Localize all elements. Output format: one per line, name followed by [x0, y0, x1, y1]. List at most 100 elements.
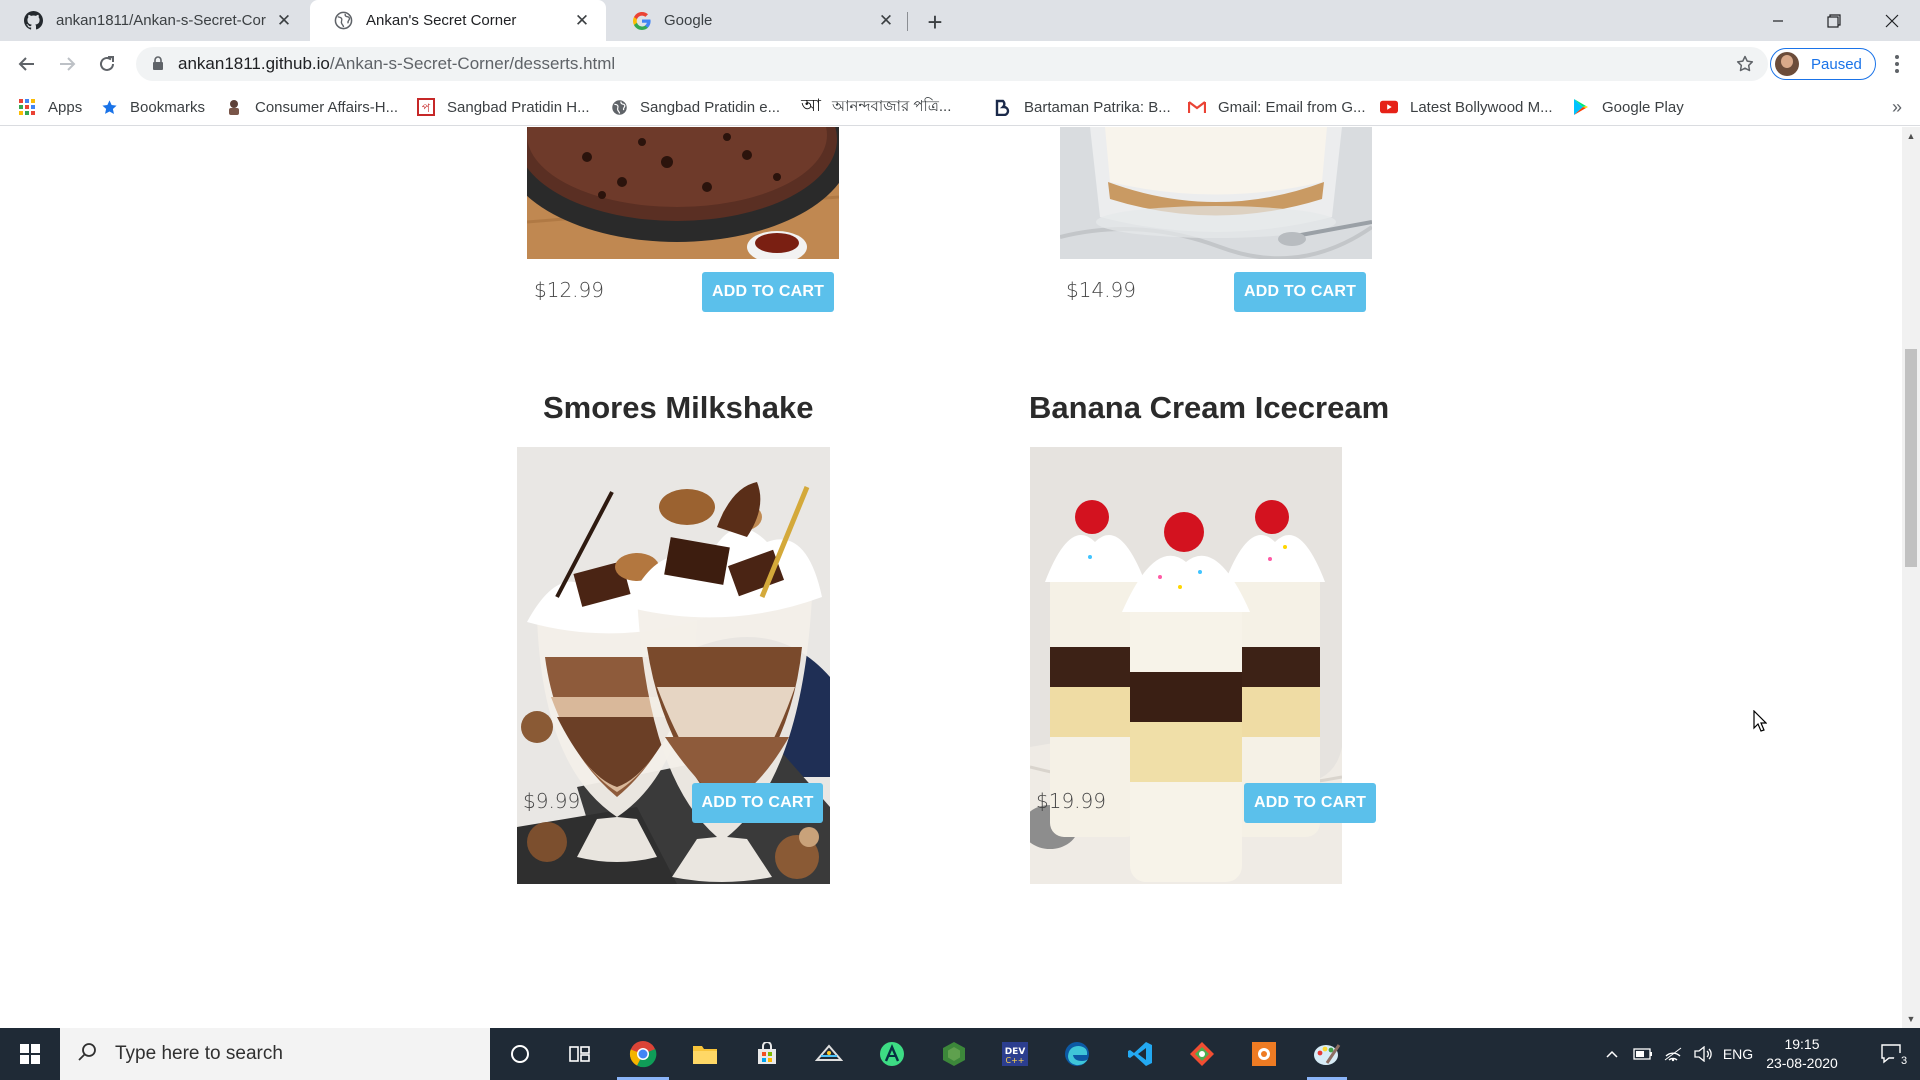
url-path: /Ankan-s-Secret-Corner/desserts.html [329, 54, 616, 73]
windows-taskbar: Type here to search DEV C++ ENG 19:15 23… [0, 1028, 1920, 1080]
bookmark-latest-bollywood[interactable]: Latest Bollywood M... [1380, 94, 1553, 120]
bookmark-gmail[interactable]: Gmail: Email from G... [1188, 94, 1366, 120]
github-icon [24, 11, 43, 30]
battery-icon[interactable] [1630, 1028, 1656, 1080]
page-scrollbar[interactable]: ▲ ▼ [1902, 127, 1920, 1028]
volume-icon[interactable] [1690, 1028, 1716, 1080]
search-placeholder: Type here to search [115, 1043, 283, 1064]
bookmark-label: Consumer Affairs-H... [255, 98, 399, 116]
show-hidden-icons-chevron-icon[interactable] [1600, 1028, 1624, 1080]
price-label: $12.99 [534, 278, 604, 302]
notification-count: 3 [1901, 1055, 1908, 1067]
input-language[interactable]: ENG [1720, 1028, 1756, 1080]
wifi-icon[interactable] [1660, 1028, 1686, 1080]
add-to-cart-button[interactable]: ADD TO CART [702, 272, 834, 312]
reload-button[interactable] [90, 47, 124, 81]
paint-app-icon[interactable] [1297, 1028, 1357, 1080]
app-launcher-icon[interactable] [799, 1028, 859, 1080]
add-to-cart-button[interactable]: ADD TO CART [692, 783, 823, 823]
gmail-icon [1188, 98, 1206, 116]
profile-button[interactable]: Paused [1770, 48, 1876, 80]
google-play-icon [1572, 98, 1590, 116]
bookmark-label: Google Play [1602, 98, 1684, 116]
avatar [1775, 52, 1799, 76]
taskbar-search-box[interactable]: Type here to search [60, 1028, 490, 1080]
globe-icon [334, 11, 353, 30]
bookmark-apps[interactable]: Apps [18, 94, 82, 120]
add-to-cart-button[interactable]: ADD TO CART [1234, 272, 1366, 312]
vscode-icon[interactable] [1110, 1028, 1170, 1080]
bookmark-bookmarks[interactable]: Bookmarks [100, 94, 205, 120]
system-clock[interactable]: 19:15 23-08-2020 [1759, 1035, 1845, 1073]
bookmark-label: Sangbad Pratidin e... [640, 98, 781, 116]
nodejs-icon[interactable] [924, 1028, 984, 1080]
bookmark-label: Bookmarks [130, 98, 206, 116]
add-to-cart-button[interactable]: ADD TO CART [1244, 783, 1376, 823]
price-label: $9.99 [523, 789, 581, 813]
scroll-down-arrow-icon[interactable]: ▼ [1906, 1014, 1916, 1024]
file-explorer-icon[interactable] [675, 1028, 735, 1080]
close-tab-icon[interactable]: ✕ [876, 11, 896, 31]
bookmark-label: Gmail: Email from G... [1218, 98, 1366, 116]
browser-toolbar: ankan1811.github.io/Ankan-s-Secret-Corne… [0, 41, 1920, 88]
bartaman-icon [994, 98, 1012, 116]
dish-title: Smores Milkshake [543, 390, 814, 425]
apps-grid-icon [18, 98, 36, 116]
forward-button[interactable] [50, 47, 84, 81]
bookmark-sangbad-pratidin-h[interactable]: প Sangbad Pratidin H... [417, 94, 590, 120]
bookmark-consumer-affairs[interactable]: Consumer Affairs-H... [225, 94, 398, 120]
url-host: ankan1811.github.io [178, 54, 330, 73]
scrollbar-thumb[interactable] [1905, 349, 1917, 567]
bookmarks-bar: Apps Bookmarks Consumer Affairs-H... প S… [0, 88, 1920, 126]
close-tab-icon[interactable]: ✕ [572, 11, 592, 31]
mouse-cursor-icon [1753, 709, 1768, 737]
address-bar[interactable]: ankan1811.github.io/Ankan-s-Secret-Corne… [136, 47, 1768, 81]
action-center-icon[interactable]: 3 [1866, 1028, 1920, 1080]
restore-button[interactable] [1806, 0, 1862, 41]
presentation-app-icon[interactable] [1234, 1028, 1294, 1080]
chrome-taskbar-icon[interactable] [613, 1028, 673, 1080]
tab-github[interactable]: ankan1811/Ankan-s-Secret-Corn ✕ [0, 0, 308, 41]
anandabazar-icon: আ [801, 96, 821, 116]
bookmark-star-icon[interactable] [1735, 54, 1755, 79]
svg-text:C++: C++ [1006, 1056, 1025, 1065]
minimize-button[interactable] [1750, 0, 1806, 41]
bookmark-label: Latest Bollywood M... [1410, 98, 1553, 116]
close-tab-icon[interactable]: ✕ [274, 11, 294, 31]
task-view-icon[interactable] [550, 1028, 610, 1080]
dev-cpp-icon[interactable]: DEV C++ [985, 1028, 1045, 1080]
bookmark-bartaman[interactable]: Bartaman Patrika: B... [994, 94, 1171, 120]
price-label: $19.99 [1036, 789, 1106, 813]
tab-google[interactable]: Google ✕ [608, 0, 910, 41]
tab-strip: ankan1811/Ankan-s-Secret-Corn ✕ Ankan's … [0, 0, 1920, 41]
back-button[interactable] [10, 47, 44, 81]
dessert-image-cookie-skillet [527, 127, 839, 259]
lock-icon[interactable] [152, 56, 164, 76]
consumer-affairs-icon [225, 98, 243, 116]
tab-active[interactable]: Ankan's Secret Corner ✕ [310, 0, 606, 41]
close-window-button[interactable] [1864, 0, 1920, 41]
clock-time: 19:15 [1784, 1036, 1820, 1052]
more-menu-icon[interactable] [1882, 49, 1912, 79]
google-icon [632, 11, 651, 30]
new-tab-button[interactable]: + [921, 7, 949, 37]
scroll-up-arrow-icon[interactable]: ▲ [1906, 131, 1916, 141]
clock-date: 23-08-2020 [1766, 1055, 1838, 1071]
bookmark-sangbad-pratidin-e[interactable]: Sangbad Pratidin e... [610, 94, 780, 120]
bookmark-google-play[interactable]: Google Play [1572, 94, 1684, 120]
windows-start-icon[interactable] [0, 1028, 60, 1080]
price-label: $14.99 [1066, 278, 1136, 302]
dessert-image-cheesecake-jar [1060, 127, 1372, 259]
edge-icon[interactable] [1047, 1028, 1107, 1080]
dish-title: Banana Cream Icecream [1029, 390, 1390, 425]
cortana-icon[interactable] [490, 1028, 550, 1080]
tab-title: Google [664, 12, 713, 29]
git-kraken-icon[interactable] [1172, 1028, 1232, 1080]
url-text[interactable]: ankan1811.github.io/Ankan-s-Secret-Corne… [178, 54, 615, 74]
android-studio-icon[interactable] [862, 1028, 922, 1080]
bookmark-anandabazar[interactable]: আ আনন্দবাজার পত্রি... [801, 94, 951, 120]
globe-icon [610, 98, 628, 116]
bookmark-label: Sangbad Pratidin H... [447, 98, 590, 116]
microsoft-store-icon[interactable] [737, 1028, 797, 1080]
bookmarks-overflow-icon[interactable]: » [1892, 97, 1902, 118]
